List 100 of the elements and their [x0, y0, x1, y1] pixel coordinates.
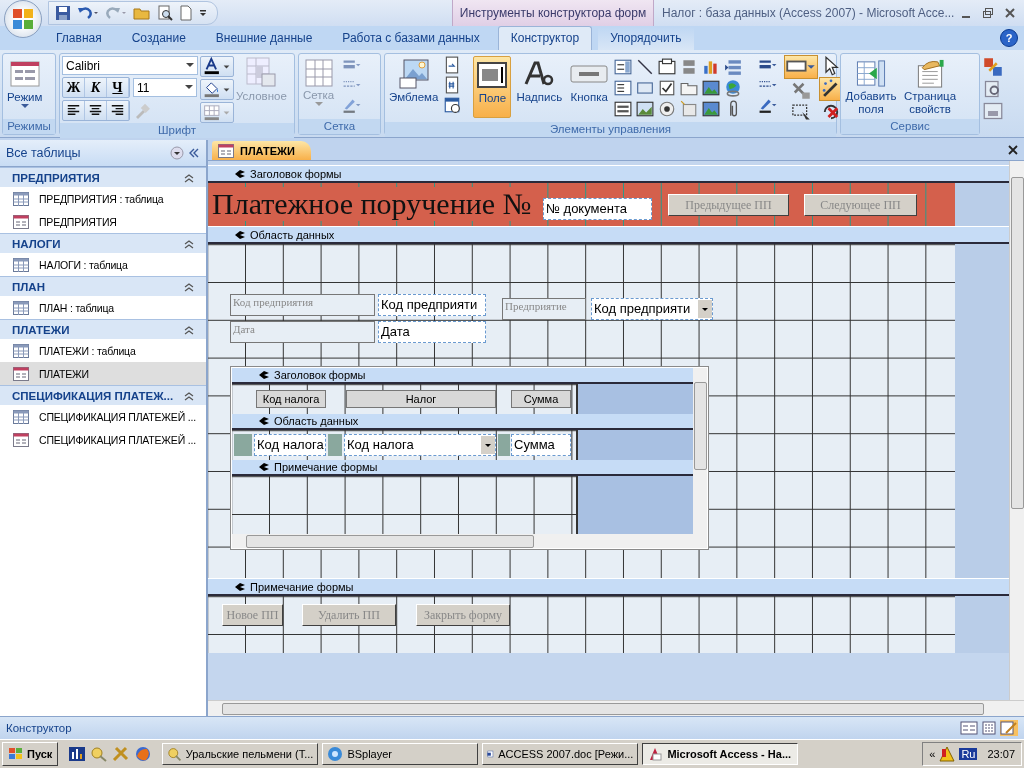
relationship-icon[interactable]: [983, 57, 1003, 77]
print-preview-icon[interactable]: [157, 5, 173, 21]
font-color-icon[interactable]: [200, 56, 234, 77]
taskbar-button[interactable]: Уральские пельмени (Т...: [162, 743, 319, 765]
underline-button[interactable]: Ч: [107, 78, 129, 97]
fill-color-icon[interactable]: [200, 79, 234, 100]
subform-icon[interactable]: [724, 58, 743, 76]
navigation-group-header[interactable]: ПЛАТЕЖИ: [0, 319, 206, 339]
document-tab[interactable]: ПЛАТЕЖИ: [212, 141, 311, 160]
text-frame-icon[interactable]: [658, 58, 677, 76]
office-button[interactable]: [4, 0, 42, 38]
font-size-field[interactable]: 11: [133, 78, 197, 97]
customize-icon[interactable]: [199, 8, 207, 18]
caption-label[interactable]: Налог: [346, 390, 496, 408]
combo-box-icon[interactable]: [614, 58, 633, 76]
checkbox-icon[interactable]: [658, 79, 677, 97]
field-selector[interactable]: [234, 434, 252, 456]
navigation-group-header[interactable]: ПЛАН: [0, 276, 206, 296]
text-field[interactable]: Сумма: [511, 434, 571, 456]
property-sheet-button[interactable]: Страница свойств: [902, 56, 958, 118]
section-bar[interactable]: Примечание формы: [232, 460, 693, 476]
bound-frame-icon[interactable]: [636, 100, 655, 118]
section-bar[interactable]: Заголовок формы: [232, 368, 693, 384]
radio-button-icon[interactable]: [658, 100, 677, 118]
language-indicator[interactable]: Ru: [959, 748, 978, 760]
help-button[interactable]: ?: [1000, 29, 1018, 47]
combo-field[interactable]: Код налога: [344, 434, 496, 456]
section-bar[interactable]: Область данных: [208, 226, 1009, 244]
combo-field[interactable]: Код предприяти: [591, 298, 713, 320]
section-bar[interactable]: Примечание формы: [208, 578, 1009, 596]
ribbon-tab[interactable]: Работа с базами данных: [330, 27, 492, 50]
save-icon[interactable]: [55, 5, 71, 21]
dropdown-icon[interactable]: [170, 146, 184, 160]
close-icon[interactable]: [1008, 145, 1018, 155]
collapse-icon[interactable]: [184, 281, 194, 292]
text-field[interactable]: Код предприяти: [378, 294, 486, 316]
italic-button[interactable]: К: [85, 78, 107, 97]
collapse-icon[interactable]: [184, 172, 194, 183]
command-button[interactable]: Кнопка: [567, 56, 612, 118]
section-bar[interactable]: Заголовок формы: [208, 165, 1009, 183]
globe-icon[interactable]: [724, 79, 743, 97]
option-group-icon[interactable]: [614, 100, 633, 118]
text-box-button[interactable]: Поле: [473, 56, 512, 118]
navigation-item[interactable]: НАЛОГИ : таблица: [0, 253, 206, 276]
image-frame-icon[interactable]: [702, 79, 721, 97]
list-box-icon[interactable]: [614, 79, 633, 97]
vertical-scrollbar[interactable]: [1009, 161, 1024, 700]
gridlines-icon[interactable]: [200, 102, 234, 123]
form-view-icon[interactable]: [960, 720, 978, 736]
line-icon[interactable]: [636, 58, 655, 76]
ribbon-tab[interactable]: Упорядочить: [598, 27, 694, 50]
navigation-item[interactable]: ПЛАТЕЖИ : таблица: [0, 339, 206, 362]
text-field[interactable]: Код налога: [254, 434, 326, 456]
date-time-icon[interactable]: [443, 96, 462, 114]
undo-icon[interactable]: [77, 5, 99, 21]
rectangle-style-icon[interactable]: [785, 56, 818, 78]
wizard-wand-icon[interactable]: [820, 78, 843, 100]
text-field[interactable]: Дата: [378, 321, 486, 343]
caption-label[interactable]: Сумма: [511, 390, 571, 408]
navigation-group-header[interactable]: СПЕЦИФИКАЦИЯ ПЛАТЕЖ...: [0, 385, 206, 405]
section-bar[interactable]: Область данных: [232, 414, 693, 430]
navigation-header[interactable]: Все таблицы: [0, 140, 206, 167]
text-field[interactable]: № документа: [543, 198, 652, 220]
chart-icon[interactable]: [68, 746, 87, 762]
navigation-item[interactable]: ПРЕДПРИЯТИЯ: [0, 210, 206, 233]
navigation-item[interactable]: СПЕЦИФИКАЦИЯ ПЛАТЕЖЕЙ ...: [0, 405, 206, 428]
caption-label[interactable]: Код налога: [256, 390, 326, 408]
navigation-group-header[interactable]: НАЛОГИ: [0, 233, 206, 253]
folder-icon[interactable]: [133, 5, 151, 21]
start-button[interactable]: Пуск: [2, 742, 59, 766]
taskbar-button[interactable]: BSplayer: [322, 743, 479, 765]
view-button[interactable]: Режим: [5, 56, 45, 118]
collapse-icon[interactable]: [184, 324, 194, 335]
dropdown-button-icon[interactable]: [698, 300, 712, 318]
navigation-item[interactable]: ПЛАН : таблица: [0, 296, 206, 319]
ribbon-tab[interactable]: Внешние данные: [203, 27, 325, 50]
horizontal-scrollbar[interactable]: [208, 700, 1024, 716]
horizontal-scrollbar[interactable]: [232, 534, 693, 548]
field-selector[interactable]: [498, 434, 510, 456]
new-document-icon[interactable]: [179, 5, 193, 21]
vertical-scrollbar[interactable]: [693, 368, 707, 548]
navigation-item[interactable]: СПЕЦИФИКАЦИЯ ПЛАТЕЖЕЙ ...: [0, 428, 206, 451]
tray-expand-button[interactable]: «: [929, 748, 936, 760]
select-region-icon[interactable]: [790, 102, 813, 122]
navigation-item[interactable]: ПЛАТЕЖИ: [0, 362, 206, 385]
taskbar-button[interactable]: ACCESS 2007.doc [Режи...: [482, 743, 639, 765]
field-selector[interactable]: [328, 434, 342, 456]
collapse-icon[interactable]: [184, 390, 194, 401]
toggle-icon[interactable]: [680, 100, 699, 118]
ribbon-tab[interactable]: Конструктор: [497, 26, 593, 50]
bold-button[interactable]: Ж: [63, 78, 85, 97]
close-icon[interactable]: [1004, 7, 1016, 19]
dropdown-button-icon[interactable]: [481, 436, 495, 454]
collapse-pane-icon[interactable]: [188, 147, 200, 159]
font-name-field[interactable]: Calibri: [62, 56, 198, 75]
design-view-icon[interactable]: [1000, 720, 1018, 736]
collapse-icon[interactable]: [184, 238, 194, 249]
browser-icon[interactable]: [134, 746, 153, 762]
navigation-group-header[interactable]: ПРЕДПРИЯТИЯ: [0, 167, 206, 187]
warning-icon[interactable]: [939, 746, 956, 762]
